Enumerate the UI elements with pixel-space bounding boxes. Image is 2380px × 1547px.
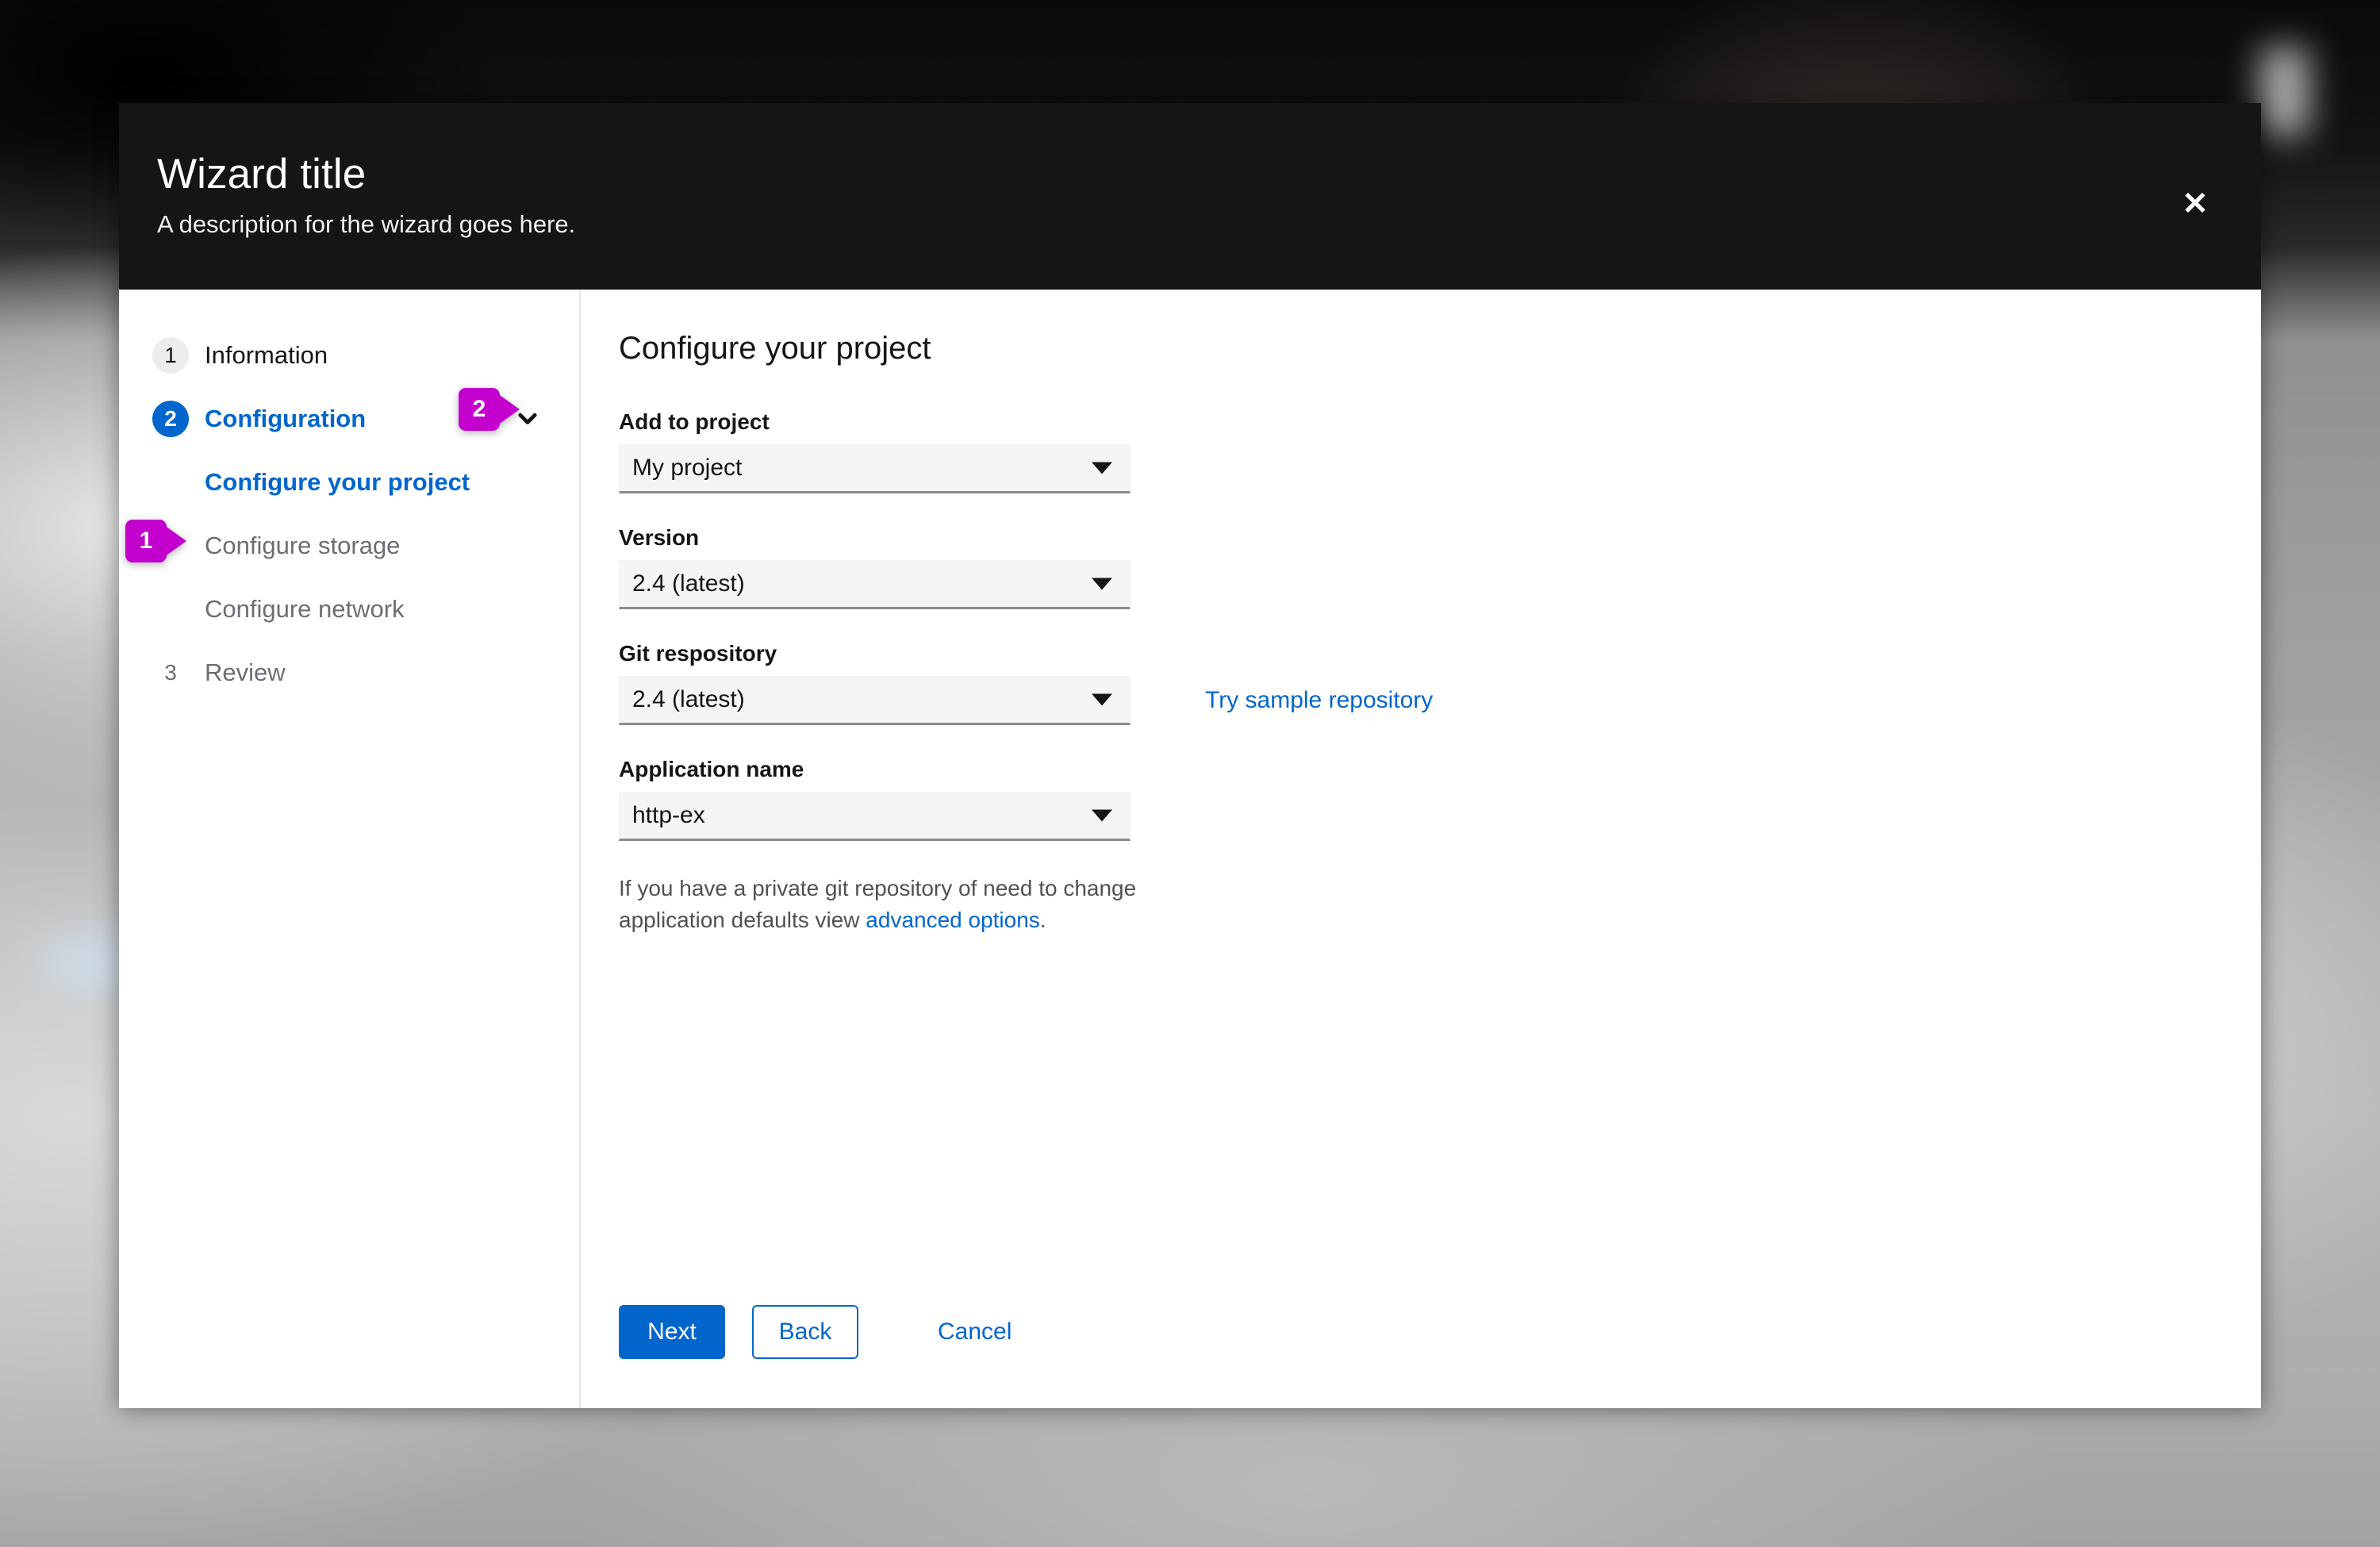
annotation-callout-1: 1	[125, 520, 186, 562]
sidebar-substep-configure-your-project[interactable]: Configure your project	[119, 458, 579, 507]
page-title: Configure your project	[619, 331, 931, 366]
annotation-callout-2: 2	[459, 388, 520, 431]
wizard-main-panel: Configure your project Add to project My…	[581, 290, 2261, 1408]
field-row: 2.4 (latest) Try sample repository	[619, 676, 2261, 725]
field-row: http-ex	[619, 792, 2261, 841]
caret-down-icon	[1092, 462, 1112, 474]
help-text-after: .	[1039, 907, 1046, 932]
wizard-body: 1 Information 2 Configuration Configure …	[119, 290, 2261, 1408]
field-label: Add to project	[619, 409, 770, 434]
caret-down-icon	[1092, 578, 1112, 590]
select-value: 2.4 (latest)	[632, 570, 745, 597]
annotation-badge-number: 2	[459, 388, 500, 431]
background-light-smudge	[2261, 48, 2309, 135]
wizard-header: Wizard title A description for the wizar…	[119, 103, 2261, 290]
sidebar-step-review[interactable]: 3 Review	[119, 648, 579, 697]
field-label: Application name	[619, 757, 804, 781]
sidebar-step-label: Review	[205, 658, 286, 686]
wizard-nav: 1 Information 2 Configuration Configure …	[119, 290, 581, 1408]
sidebar-substep-configure-network[interactable]: Configure network	[119, 585, 579, 634]
wizard-footer: Next Back Cancel	[619, 1305, 1035, 1359]
field-label: Version	[619, 525, 700, 550]
git-repository-select[interactable]: 2.4 (latest)	[619, 676, 1130, 725]
sidebar-step-information[interactable]: 1 Information	[119, 331, 579, 380]
sidebar-step-label: Information	[205, 341, 328, 369]
caret-down-icon	[1092, 693, 1112, 706]
sidebar-step-label: Configuration	[205, 405, 367, 432]
try-sample-repository-link[interactable]: Try sample repository	[1205, 687, 1433, 714]
wizard-dialog: Wizard title A description for the wizar…	[119, 103, 2261, 1408]
application-name-select[interactable]: http-ex	[619, 792, 1130, 841]
select-value: http-ex	[632, 802, 705, 828]
step-number-badge: 2	[152, 401, 189, 437]
annotation-pointer-icon	[497, 393, 520, 425]
field-add-to-project: Add to project My project	[619, 409, 2261, 493]
caret-down-icon	[1092, 809, 1112, 822]
cancel-button[interactable]: Cancel	[914, 1305, 1035, 1359]
field-application-name: Application name http-ex	[619, 757, 2261, 841]
field-row: My project	[619, 444, 2261, 493]
add-to-project-select[interactable]: My project	[619, 444, 1130, 493]
field-row: 2.4 (latest)	[619, 560, 2261, 609]
annotation-badge-number: 1	[125, 520, 167, 562]
field-label: Git respository	[619, 641, 777, 666]
advanced-options-link[interactable]: advanced options	[866, 908, 1040, 932]
version-select[interactable]: 2.4 (latest)	[619, 560, 1130, 609]
field-version: Version 2.4 (latest)	[619, 525, 2261, 609]
help-text: If you have a private git repository of …	[619, 873, 1158, 936]
step-number-badge: 1	[152, 337, 189, 374]
annotation-pointer-icon	[164, 525, 186, 557]
wizard-title: Wizard title	[157, 151, 367, 198]
next-button[interactable]: Next	[619, 1305, 725, 1359]
wizard-description: A description for the wizard goes here.	[157, 209, 576, 238]
step-number-badge: 3	[164, 660, 177, 685]
back-button[interactable]: Back	[752, 1305, 858, 1359]
close-icon[interactable]: ✕	[2177, 186, 2213, 222]
sidebar-substep-configure-storage[interactable]: Configure storage	[119, 521, 579, 570]
field-git-repository: Git respository 2.4 (latest) Try sample …	[619, 641, 2261, 725]
select-value: 2.4 (latest)	[632, 686, 745, 712]
select-value: My project	[632, 455, 743, 481]
